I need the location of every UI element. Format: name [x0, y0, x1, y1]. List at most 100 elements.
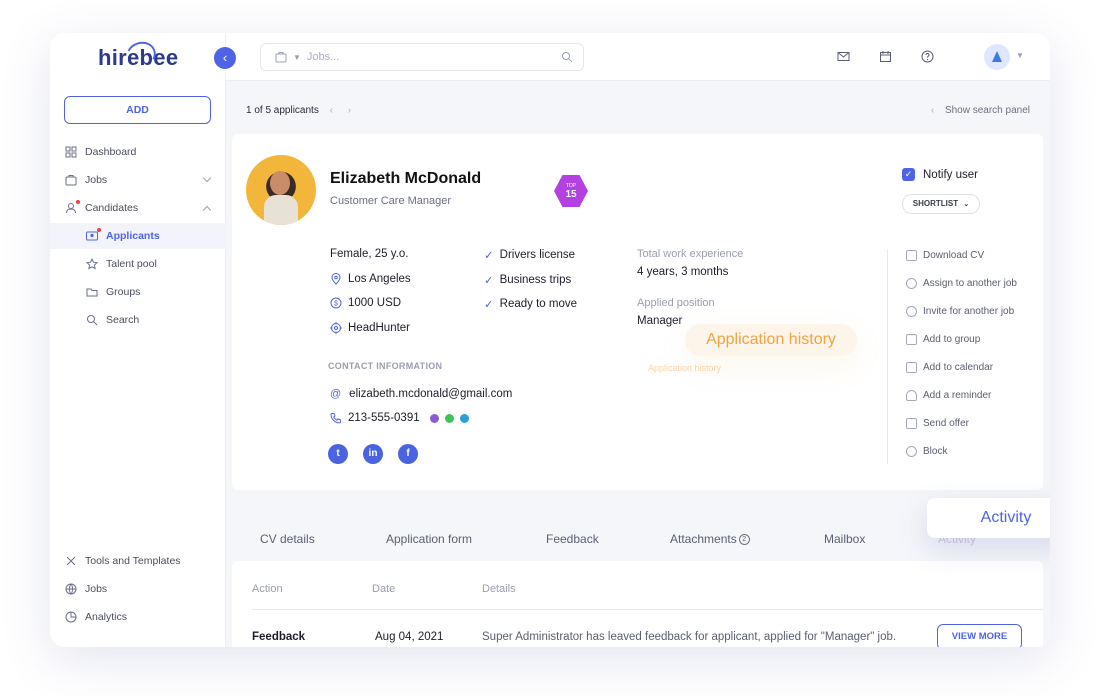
applicant-pager: 1 of 5 applicants ‹ › — [246, 105, 351, 116]
email[interactable]: @ elizabeth.mcdonald@gmail.com — [330, 388, 512, 400]
group-icon — [906, 334, 917, 345]
show-search-panel[interactable]: ‹ Show search panel — [931, 105, 1030, 116]
mail-icon[interactable] — [837, 50, 850, 63]
add-reminder-action[interactable]: Add a reminder — [906, 390, 991, 401]
check-text: Ready to move — [499, 298, 577, 310]
notify-label: Notify user — [923, 168, 978, 181]
action-label: Assign to another job — [923, 278, 1017, 289]
notify-user-checkbox[interactable]: ✓ Notify user — [902, 168, 978, 181]
action-label: Send offer — [923, 418, 969, 429]
sidebar-item-label: Applicants — [106, 230, 160, 242]
experience-label: Total work experience — [637, 248, 744, 260]
source: HeadHunter — [330, 322, 410, 334]
tools-icon — [66, 556, 76, 566]
caret-down-icon[interactable]: ▼ — [293, 53, 301, 62]
pager-text: 1 of 5 applicants — [246, 105, 319, 116]
sidebar-item-talent-pool[interactable]: Talent pool — [50, 251, 226, 277]
sidebar-item-label: Dashboard — [85, 146, 137, 158]
search-icon[interactable] — [561, 51, 573, 63]
invite-job-action[interactable]: Invite for another job — [906, 306, 1014, 317]
sidebar-item-analytics[interactable]: Analytics — [50, 604, 226, 630]
briefcase-icon — [65, 175, 77, 186]
tab-label: Attachments — [670, 532, 737, 546]
topbar: ▼ Jobs... ▼ — [226, 33, 1050, 81]
tab-application-form[interactable]: Application form — [386, 532, 472, 546]
next-icon[interactable]: › — [348, 105, 351, 116]
sidebar-item-dashboard[interactable]: Dashboard — [50, 139, 226, 165]
grid-icon — [65, 146, 77, 158]
shortlist-label: SHORTLIST — [912, 199, 959, 208]
row-action: Feedback — [252, 631, 306, 643]
linkedin-icon[interactable]: in — [363, 444, 383, 464]
add-calendar-action[interactable]: Add to calendar — [906, 362, 993, 373]
twitter-icon[interactable]: t — [328, 444, 348, 464]
sidebar-item-applicants[interactable]: Applicants — [50, 223, 226, 249]
tab-attachments[interactable]: Attachments 2 — [670, 532, 750, 546]
hirebee-logo[interactable]: hirebee — [98, 37, 178, 73]
sidebar-item-label: Analytics — [85, 611, 128, 623]
action-label: Add to calendar — [923, 362, 994, 373]
search-input[interactable]: ▼ Jobs... — [260, 43, 584, 71]
prev-icon[interactable]: ‹ — [330, 105, 333, 116]
dollar-icon: $ — [330, 297, 342, 309]
row-date: Aug 04, 2021 — [375, 631, 444, 643]
action-label: Invite for another job — [923, 306, 1015, 317]
at-icon: @ — [330, 388, 342, 400]
vertical-divider — [887, 249, 888, 464]
sidebar-item-tools[interactable]: Tools and Templates — [50, 548, 226, 574]
sidebar-item-search[interactable]: Search — [50, 307, 226, 333]
phone[interactable]: 213-555-0391 — [330, 412, 469, 424]
shortlist-dropdown[interactable]: SHORTLIST ⌄ — [902, 194, 980, 214]
id-card-icon — [86, 231, 98, 241]
view-more-button[interactable]: VIEW MORE — [937, 624, 1022, 647]
check-icon: ✓ — [484, 250, 494, 262]
salary: $ 1000 USD — [330, 297, 401, 309]
sidebar-item-groups[interactable]: Groups — [50, 279, 226, 305]
calendar-icon[interactable] — [879, 50, 892, 63]
send-offer-action[interactable]: Send offer — [906, 418, 969, 429]
caret-down-icon[interactable]: ▼ — [1016, 51, 1024, 60]
check-ready-to-move: ✓ Ready to move — [484, 297, 577, 311]
sidebar-item-label: Talent pool — [106, 258, 157, 270]
tab-feedback[interactable]: Feedback — [546, 532, 599, 546]
chevron-up-icon[interactable] — [202, 205, 212, 215]
candidate-role: Customer Care Manager — [330, 195, 452, 207]
activity-table: Action Date Details Feedback Aug 04, 202… — [232, 561, 1043, 647]
sidebar-item-jobs[interactable]: Jobs — [50, 167, 226, 193]
tab-cv-details[interactable]: CV details — [260, 532, 315, 546]
sidebar-item-label: Tools and Templates — [85, 555, 181, 567]
check-business-trips: ✓ Business trips — [484, 273, 571, 287]
user-avatar[interactable] — [984, 44, 1010, 70]
block-action[interactable]: Block — [906, 446, 947, 457]
notification-dot — [97, 228, 101, 232]
avatar-icon — [992, 51, 1002, 62]
assign-job-action[interactable]: Assign to another job — [906, 278, 1017, 289]
application-history-pill[interactable]: Application history — [685, 324, 857, 356]
help-icon[interactable] — [921, 50, 934, 63]
telegram-icon[interactable] — [459, 413, 469, 423]
action-label: Add a reminder — [923, 390, 992, 401]
app-window: hirebee ADD Dashboard Jobs Candidates Ap… — [50, 33, 1050, 647]
facebook-icon[interactable]: f — [398, 444, 418, 464]
add-button[interactable]: ADD — [64, 96, 211, 124]
location-text: Los Angeles — [348, 273, 411, 285]
sidebar-item-jobs-global[interactable]: Jobs — [50, 576, 226, 602]
check-circle-icon — [906, 278, 917, 289]
download-cv-action[interactable]: Download CV — [906, 250, 984, 261]
sidebar-item-label: Groups — [106, 286, 141, 298]
chevron-left-icon: ‹ — [930, 105, 935, 116]
tab-mailbox[interactable]: Mailbox — [824, 532, 865, 546]
download-icon — [906, 250, 917, 261]
attachment-count: 2 — [738, 534, 750, 546]
sidebar-item-label: Jobs — [85, 583, 108, 595]
chevron-down-icon[interactable] — [202, 173, 212, 183]
collapse-sidebar-button[interactable]: ‹ — [214, 47, 236, 69]
activity-tab-highlight[interactable]: Activity — [927, 498, 1050, 538]
top-badge: TOP 15 — [554, 175, 588, 207]
check-icon: ✓ — [902, 168, 915, 181]
whatsapp-icon[interactable] — [444, 413, 454, 423]
viber-icon[interactable] — [429, 413, 439, 423]
sidebar-item-candidates[interactable]: Candidates — [50, 195, 226, 221]
candidate-name: Elizabeth McDonald — [330, 170, 482, 187]
add-group-action[interactable]: Add to group — [906, 334, 980, 345]
